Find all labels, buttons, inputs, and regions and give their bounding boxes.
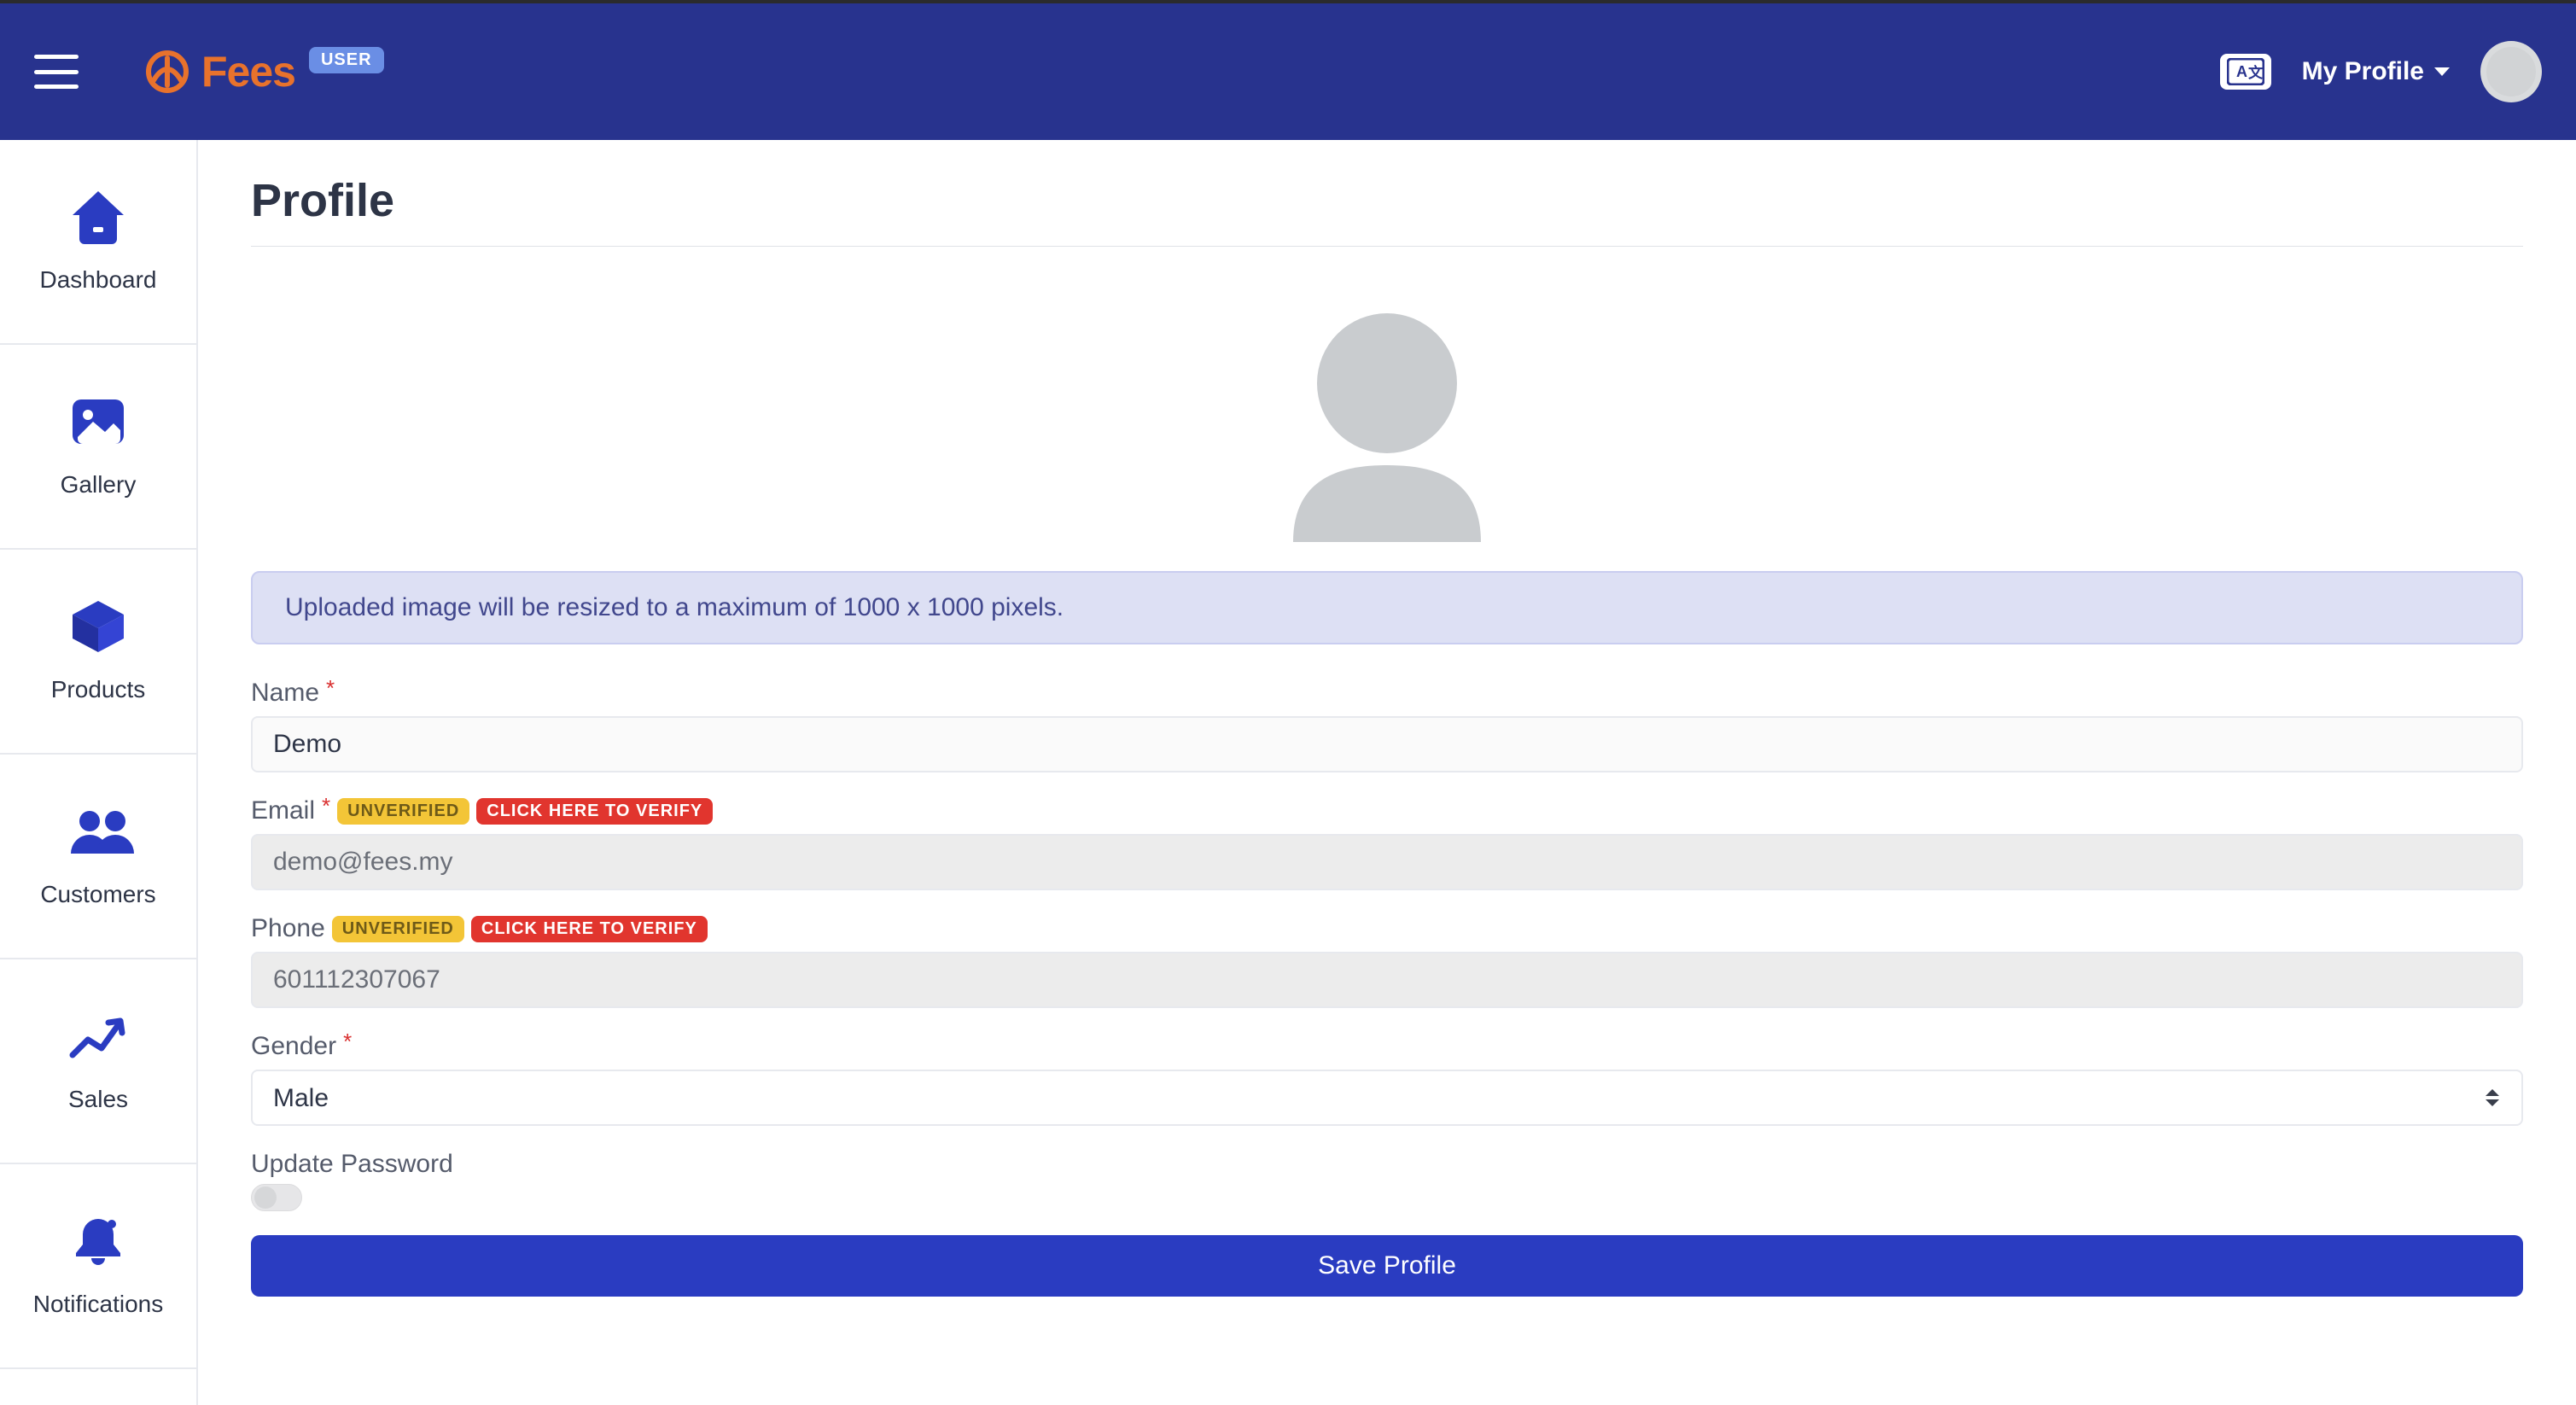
gender-label: Gender — [251, 1032, 336, 1061]
users-icon — [67, 804, 129, 859]
email-verify-button[interactable]: CLICK HERE TO VERIFY — [476, 798, 713, 825]
user-role-pill: USER — [309, 47, 384, 73]
required-indicator: * — [326, 675, 335, 702]
phone-label-row: Phone UNVERIFIED CLICK HERE TO VERIFY — [251, 914, 2523, 943]
brand-logo-text: Fees — [201, 47, 295, 96]
bell-icon — [67, 1214, 129, 1268]
update-password-label: Update Password — [251, 1150, 453, 1179]
sidebar-item-sales[interactable]: Sales — [0, 959, 196, 1164]
email-unverified-badge: UNVERIFIED — [337, 798, 469, 825]
save-profile-button[interactable]: Save Profile — [251, 1235, 2523, 1297]
email-input — [251, 834, 2523, 890]
sidebar-item-label: Customers — [40, 881, 155, 908]
sidebar: Dashboard Gallery Products Customers Sal… — [0, 140, 198, 1405]
sidebar-item-gallery[interactable]: Gallery — [0, 345, 196, 550]
profile-menu[interactable]: My Profile — [2302, 57, 2450, 86]
svg-text:文: 文 — [2248, 64, 2264, 81]
sidebar-item-label: Products — [51, 676, 146, 703]
toggle-knob — [254, 1186, 277, 1209]
user-silhouette-icon — [1276, 305, 1498, 544]
language-switch-button[interactable]: A 文 — [2220, 54, 2271, 90]
profile-photo-wrap — [251, 281, 2523, 571]
image-icon — [67, 394, 129, 449]
name-input[interactable] — [251, 716, 2523, 772]
sidebar-item-products[interactable]: Products — [0, 550, 196, 755]
sidebar-item-dashboard[interactable]: Dashboard — [0, 140, 196, 345]
divider — [251, 246, 2523, 247]
update-password-label-row: Update Password — [251, 1150, 2523, 1179]
translate-icon: A 文 — [2227, 58, 2264, 85]
sidebar-item-notifications[interactable]: Notifications — [0, 1164, 196, 1369]
chart-up-icon — [67, 1009, 129, 1064]
upload-info-banner: Uploaded image will be resized to a maxi… — [251, 571, 2523, 644]
name-label: Name — [251, 679, 319, 708]
app-header: Fees USER A 文 My Profile — [0, 3, 2576, 140]
main-content: Profile Uploaded image will be resized t… — [198, 140, 2576, 1405]
phone-unverified-badge: UNVERIFIED — [332, 916, 464, 942]
phone-label: Phone — [251, 914, 325, 943]
profile-menu-label: My Profile — [2302, 57, 2424, 86]
gender-label-row: Gender * — [251, 1032, 2523, 1061]
menu-toggle-button[interactable] — [34, 55, 79, 89]
email-label-row: Email * UNVERIFIED CLICK HERE TO VERIFY — [251, 796, 2523, 825]
sidebar-item-label: Dashboard — [40, 266, 157, 294]
page-title: Profile — [251, 174, 2523, 227]
avatar[interactable] — [2480, 41, 2542, 102]
brand-logo[interactable]: Fees USER — [142, 46, 384, 97]
update-password-toggle[interactable] — [251, 1184, 302, 1211]
header-left: Fees USER — [34, 46, 384, 97]
gender-select[interactable]: Male Female — [251, 1070, 2523, 1126]
required-indicator: * — [343, 1029, 352, 1055]
profile-photo-upload[interactable] — [1276, 305, 1498, 544]
sidebar-item-label: Sales — [68, 1086, 128, 1113]
email-label: Email — [251, 796, 315, 825]
sidebar-item-label: Notifications — [33, 1291, 164, 1318]
svg-text:A: A — [2236, 63, 2247, 80]
gender-select-wrap: Male Female — [251, 1070, 2523, 1126]
phone-input — [251, 952, 2523, 1008]
sidebar-item-label: Gallery — [61, 471, 137, 498]
required-indicator: * — [322, 793, 330, 819]
name-label-row: Name * — [251, 679, 2523, 708]
brand-mark-icon — [142, 46, 193, 97]
home-icon — [67, 189, 129, 244]
sidebar-item-customers[interactable]: Customers — [0, 755, 196, 959]
phone-verify-button[interactable]: CLICK HERE TO VERIFY — [471, 916, 708, 942]
header-right: A 文 My Profile — [2220, 41, 2542, 102]
chevron-down-icon — [2434, 67, 2450, 76]
avatar-placeholder-icon — [2486, 47, 2536, 96]
box-icon — [67, 599, 129, 654]
